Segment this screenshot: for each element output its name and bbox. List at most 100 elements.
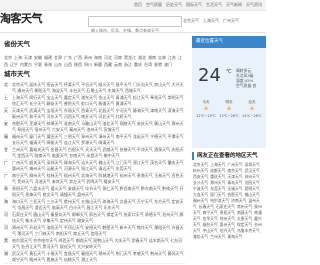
nearby-city-link[interactable]: 太原天气 — [237, 216, 252, 221]
nearby-city-link[interactable]: 长春天气 — [199, 204, 214, 209]
city-row-cities[interactable]: 郑州天气 开封天气 洛阳天气 平顶山天气 安阳天气 鹤壁天气 新乡天气 焦作天气… — [12, 225, 186, 237]
nearby-city-link[interactable]: 珠海天气 — [227, 234, 242, 239]
province-link[interactable]: 福建 — [44, 55, 52, 60]
province-link[interactable]: 香港 — [154, 62, 162, 67]
nearby-city-link[interactable]: 武汉天气 — [245, 168, 260, 173]
nearby-city-link[interactable]: 贵阳天气 — [220, 210, 235, 215]
province-link[interactable]: 澳门 — [164, 62, 172, 67]
city-row-cities[interactable]: 北京天气 延庆天气 密云天气 怀柔天气 平谷天气 顺义天气 昌平天气 门头沟天气… — [12, 82, 186, 94]
search-tag-link[interactable]: 北京天气 — [183, 17, 199, 25]
top-nav-link[interactable]: 生活天气 — [206, 1, 222, 9]
nearby-city-link[interactable]: 合肥天气 — [227, 192, 242, 197]
nearby-city-link[interactable]: 徐州天气 — [220, 216, 235, 221]
nearby-city-link[interactable]: 长沙天气 — [193, 180, 208, 185]
nearby-city-link[interactable]: 杭州天气 — [193, 168, 208, 173]
city-row-cities[interactable]: 哈尔滨天气 齐齐哈尔天气 鸡西天气 鹤岗天气 双鸭山天气 大庆天气 伊春天气 佳… — [12, 238, 186, 250]
province-link[interactable]: 新疆 — [94, 62, 102, 67]
top-nav-link[interactable]: 空气质量 — [146, 1, 162, 9]
top-nav-link[interactable]: 国际天气 — [186, 1, 202, 9]
nearby-city-link[interactable]: 厦门天气 — [210, 192, 225, 197]
province-link[interactable]: 江苏 — [168, 55, 176, 60]
nearby-city-link[interactable]: 广州天气 — [227, 162, 242, 167]
nearby-city-link[interactable]: 大连天气 — [193, 192, 208, 197]
province-link[interactable]: 湖南 — [148, 55, 156, 60]
province-link[interactable]: 山东 — [54, 62, 62, 67]
province-link[interactable]: 甘肃 — [54, 55, 62, 60]
search-tag-link[interactable]: 上海天气 — [203, 17, 219, 25]
city-row-cities[interactable]: 上海天气 闵行天气 宝山天气 嘉定天气 浦东天气 金山天气 青浦天气 松江天气 … — [12, 95, 186, 107]
top-nav-link[interactable]: 天气资讯 — [246, 1, 262, 9]
search-box[interactable] — [88, 16, 182, 35]
city-row-cities[interactable]: 南宁天气 柳州天气 桂林天气 梧州天气 北海天气 防城港天气 钦州天气 贵港天气… — [12, 173, 186, 185]
nearby-city-link[interactable]: 重庆天气 — [210, 174, 225, 179]
city-row-cities[interactable]: 兰州天气 嘉峪关天气 金昌天气 白银天气 天水天气 武威天气 张掖天气 平凉天气… — [12, 147, 186, 159]
nearby-city-link[interactable]: 宁波天气 — [193, 186, 208, 191]
city-row-cities[interactable]: 贵阳天气 六盘水天气 遵义天气 安顺天气 毕节天气 铜仁天气 黔西南天气 黔东南… — [12, 186, 186, 198]
province-link[interactable]: 广西 — [74, 55, 82, 60]
province-link[interactable]: 内蒙古 — [20, 62, 32, 67]
nearby-city-link[interactable]: 兰州天气 — [210, 234, 225, 239]
city-row-cities[interactable]: 海口天气 三亚天气 三沙天气 儋州天气 五指山天气 琼海天气 文昌天气 万宁天气… — [12, 199, 186, 211]
nearby-city-link[interactable]: 成都天气 — [210, 168, 225, 173]
province-link[interactable]: 湖北 — [138, 55, 146, 60]
province-link[interactable]: 山西 — [64, 62, 72, 67]
nearby-city-link[interactable]: 南宁天气 — [203, 210, 218, 215]
top-nav-link[interactable]: 天气新闻 — [226, 1, 242, 9]
province-link[interactable]: 北京 — [4, 55, 12, 60]
nearby-city-link[interactable]: 苏州天气 — [245, 174, 260, 179]
province-link[interactable]: 河南 — [114, 55, 122, 60]
search-input[interactable] — [89, 26, 181, 35]
province-link[interactable]: 浙江 — [124, 62, 132, 67]
nearby-city-link[interactable]: 天津天气 — [227, 174, 242, 179]
nearby-city-link[interactable]: 乌鲁木齐天气 — [237, 228, 260, 233]
province-link[interactable]: 云南 — [114, 62, 122, 67]
nearby-city-link[interactable]: 金华天气 — [203, 216, 218, 221]
province-link[interactable]: 重庆 — [134, 62, 142, 67]
province-link[interactable]: 宁夏 — [34, 62, 42, 67]
nearby-city-link[interactable]: 福州天气 — [193, 198, 208, 203]
search-tag-link[interactable]: 广州天气 — [223, 17, 239, 25]
province-link[interactable]: 黑龙江 — [124, 55, 136, 60]
top-nav-link[interactable]: 历史天气 — [166, 1, 182, 9]
nearby-city-link[interactable]: 东莞天气 — [210, 186, 225, 191]
city-row-cities[interactable]: 合肥天气 芜湖天气 蚌埠天气 淮南天气 马鞍山天气 淮北天气 铜陵天气 安庆天气… — [12, 121, 186, 133]
nearby-city-link[interactable]: 潍坊天气 — [193, 234, 208, 239]
city-row-cities[interactable]: 武汉天气 黄石天气 十堰天气 宜昌天气 襄阳天气 鄂州天气 荆门天气 孝感天气 … — [12, 251, 186, 263]
nearby-city-link[interactable]: 无锡天气 — [227, 186, 242, 191]
province-link[interactable]: 上海 — [14, 55, 22, 60]
city-row-cities[interactable]: 天津天气 武清天气 宝坻天气 东丽天气 西青天气 北辰天气 宁河天气 静海天气 … — [12, 108, 186, 120]
province-link[interactable]: 台湾 — [144, 62, 152, 67]
city-row-cities[interactable]: 广州天气 韶关天气 深圳天气 珠海天气 汕头天气 佛山天气 江门天气 湛江天气 … — [12, 160, 186, 172]
city-row-cities[interactable]: 福州天气 厦门天气 莆田天气 三明天气 泉州天气 漳州天气 南平天气 龙岩天气 … — [12, 134, 186, 146]
nearby-city-link[interactable]: 北京天气 — [193, 162, 208, 167]
site-logo[interactable]: 淘客天气 — [0, 12, 43, 26]
city-row-cities[interactable]: 石家庄天气 唐山天气 秦皇岛天气 邯郸天气 邢台天气 保定天气 张家口天气 承德… — [12, 212, 186, 224]
nearby-city-link[interactable]: 哈尔滨天气 — [210, 198, 229, 203]
nearby-city-link[interactable]: 青岛天气 — [227, 180, 242, 185]
province-link[interactable]: 青海 — [44, 62, 52, 67]
province-link[interactable]: 四川 — [84, 62, 92, 67]
nearby-city-link[interactable]: 西安天气 — [193, 174, 208, 179]
nearby-city-link[interactable]: 上海天气 — [210, 162, 225, 167]
top-nav-link[interactable]: 首页 — [134, 1, 142, 9]
province-link[interactable]: 贵州 — [84, 55, 92, 60]
nearby-city-link[interactable]: 昆明天气 — [245, 186, 260, 191]
province-link[interactable]: 西藏 — [104, 62, 112, 67]
province-link[interactable]: 吉林 — [158, 55, 166, 60]
nearby-city-link[interactable]: 烟台天气 — [203, 222, 218, 227]
nearby-city-link[interactable]: 绍兴天气 — [220, 228, 235, 233]
nearby-city-link[interactable]: 常州天气 — [237, 204, 252, 209]
nearby-city-link[interactable]: 郑州天气 — [210, 180, 225, 185]
province-link[interactable]: 海南 — [94, 55, 102, 60]
nearby-city-link[interactable]: 沈阳天气 — [245, 180, 260, 185]
nearby-city-link[interactable]: 保定天气 — [237, 222, 252, 227]
nearby-city-link[interactable]: 深圳天气 — [245, 162, 260, 167]
province-link[interactable]: 天津 — [24, 55, 32, 60]
nearby-city-link[interactable]: 南昌天气 — [237, 210, 252, 215]
province-link[interactable]: 陕西 — [74, 62, 82, 67]
nearby-city-link[interactable]: 济南天气 — [231, 198, 246, 203]
province-link[interactable]: 辽宁 — [10, 62, 18, 67]
nearby-city-link[interactable]: 佛山天气 — [245, 192, 260, 197]
nearby-city-link[interactable]: 南京天气 — [227, 168, 242, 173]
province-link[interactable]: 安徽 — [34, 55, 42, 60]
